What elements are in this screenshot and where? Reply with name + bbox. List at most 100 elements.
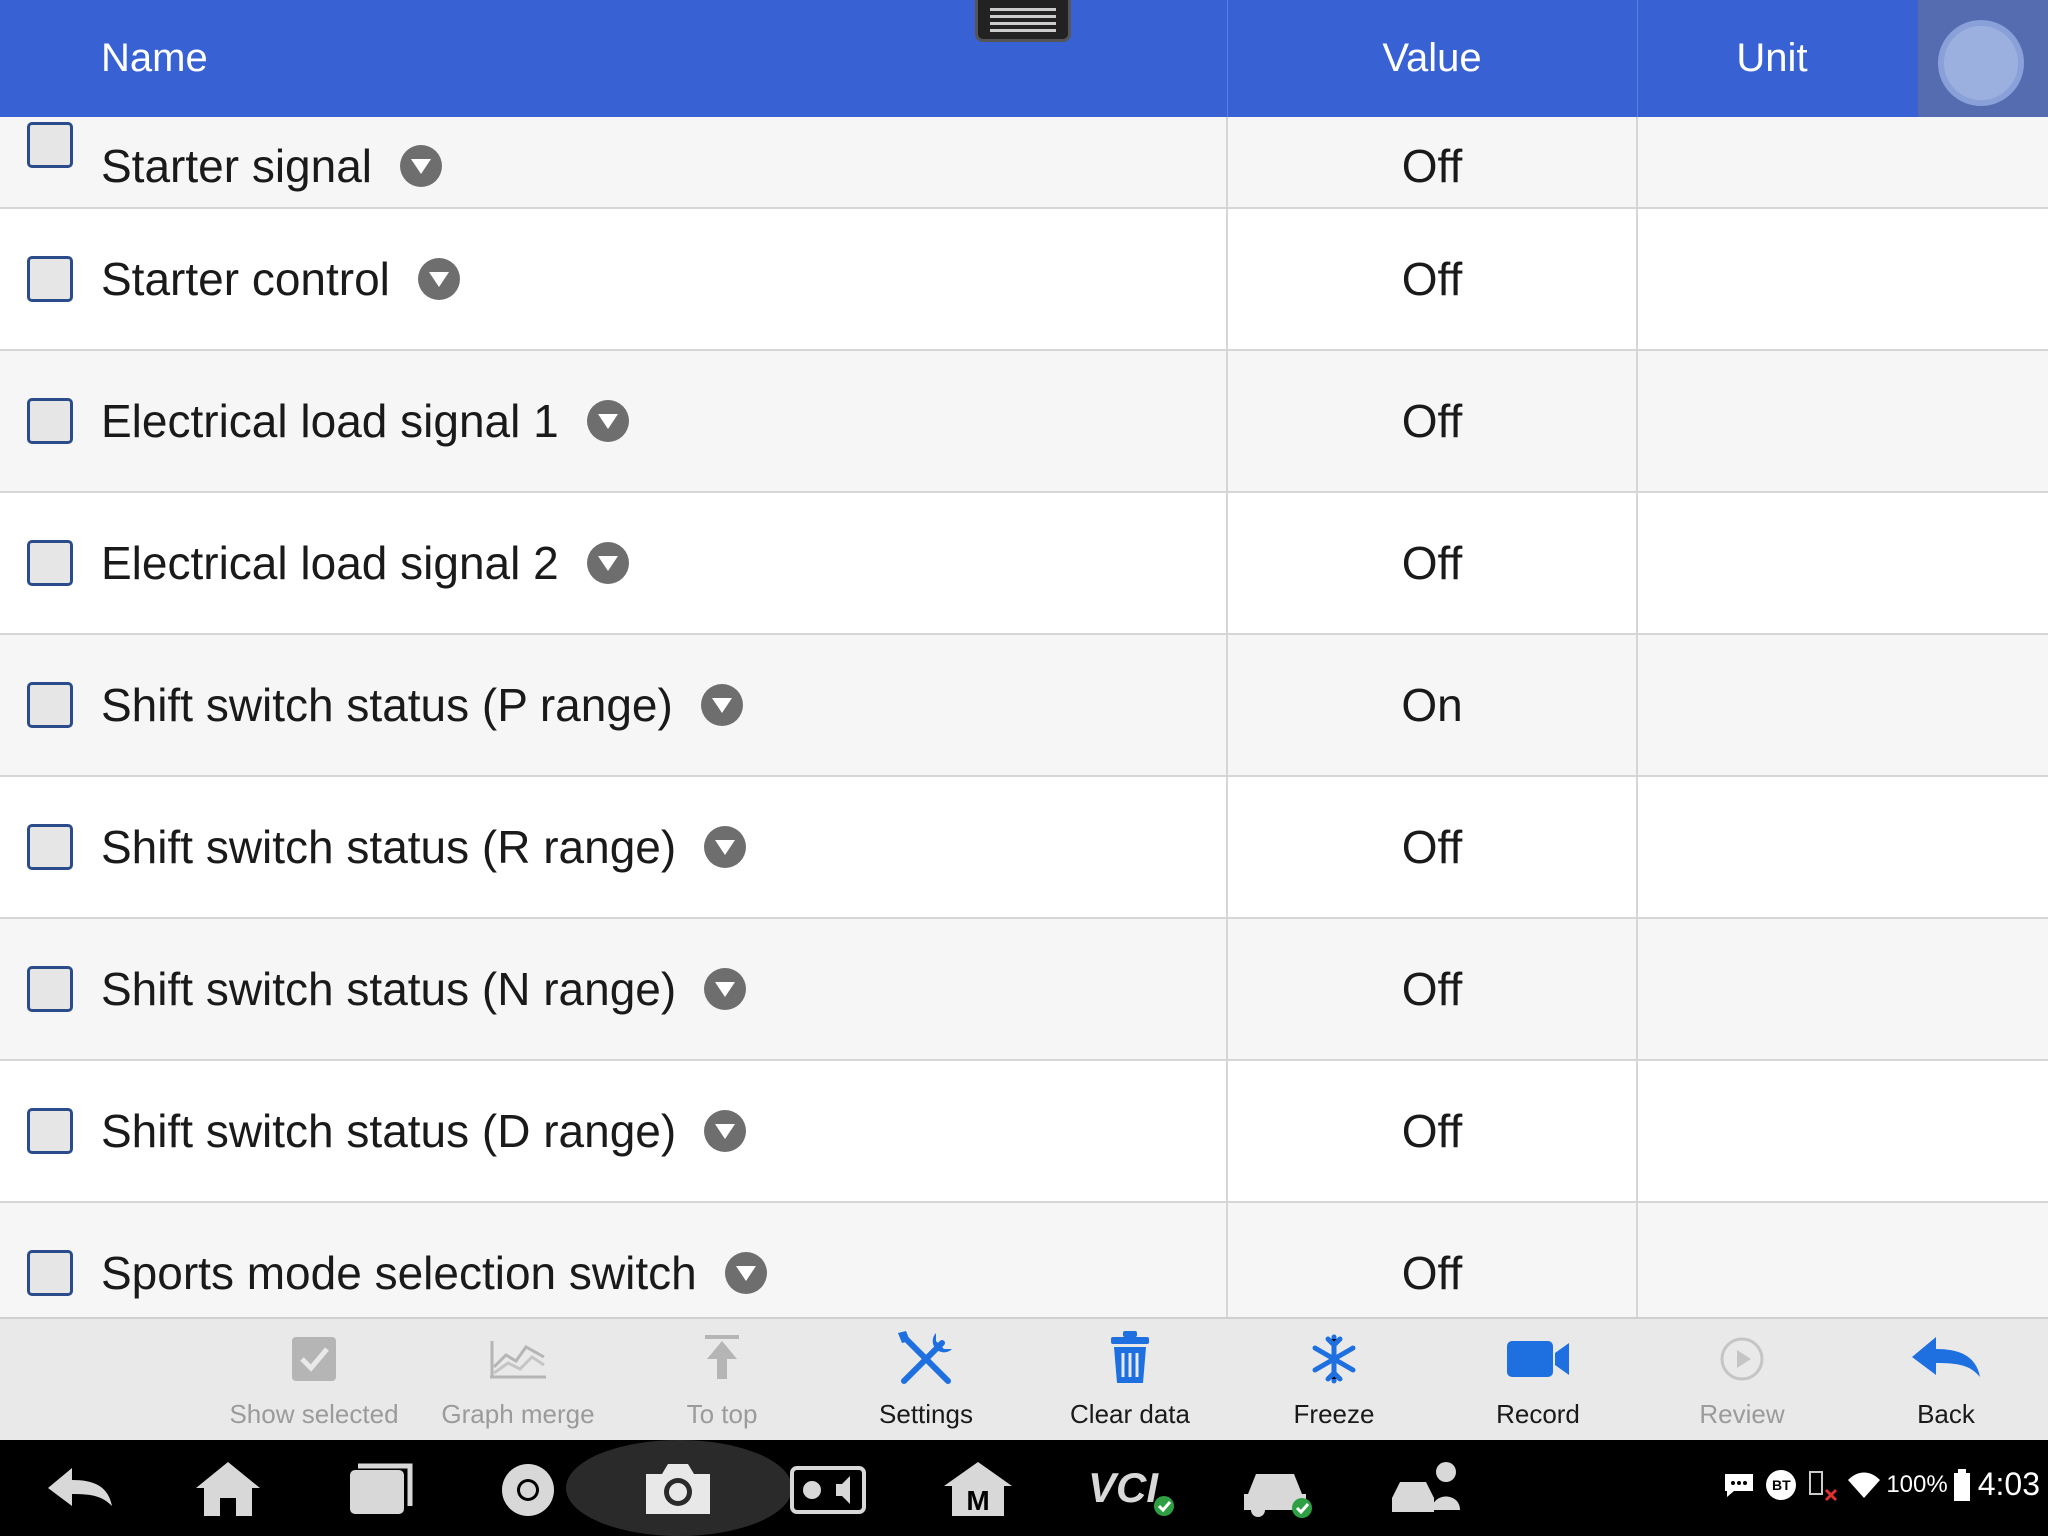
freeze-button[interactable]: Freeze <box>1232 1327 1436 1437</box>
trash-icon <box>1111 1331 1149 1383</box>
dropdown-arrow-icon[interactable] <box>586 542 629 584</box>
row-name: Electrical load signal 2 <box>101 536 629 590</box>
row-checkbox[interactable] <box>27 682 73 728</box>
dropdown-arrow-icon[interactable] <box>400 145 443 187</box>
back-arrow-icon <box>1912 1337 1980 1377</box>
tool-label: Freeze <box>1293 1399 1375 1429</box>
dropdown-arrow-icon[interactable] <box>704 968 747 1010</box>
row-value: Off <box>1401 537 1463 589</box>
table-row[interactable]: Electrical load signal 2 Off <box>0 493 2048 635</box>
table-row[interactable]: Electrical load signal 1 Off <box>0 351 2048 493</box>
dropdown-arrow-icon[interactable] <box>704 1110 747 1152</box>
wifi-icon <box>1848 1472 1881 1498</box>
checkbox-icon <box>292 1337 336 1381</box>
row-value: Off <box>1401 963 1463 1015</box>
home-icon[interactable] <box>186 1454 270 1522</box>
row-value: Off <box>1401 1247 1463 1299</box>
show-selected-button[interactable]: Show selected <box>212 1327 416 1437</box>
network-disconnected-icon <box>1809 1470 1838 1501</box>
tool-label: Review <box>1699 1399 1785 1429</box>
back-button[interactable]: Back <box>1844 1327 2048 1437</box>
table-row[interactable]: Shift switch status (P range) On <box>0 635 2048 777</box>
review-button[interactable]: Review <box>1640 1327 1844 1437</box>
message-icon <box>1725 1473 1754 1497</box>
row-checkbox[interactable] <box>27 1250 73 1296</box>
table-row[interactable]: Shift switch status (R range) Off <box>0 777 2048 919</box>
system-nav-bar: M VCI BT 100% 4:03 <box>0 1440 2048 1536</box>
brightness-volume-icon[interactable] <box>786 1454 870 1522</box>
arrow-to-top-icon <box>705 1335 739 1379</box>
row-name: Shift switch status (R range) <box>101 820 747 874</box>
drag-handle[interactable] <box>975 0 1071 42</box>
to-top-button[interactable]: To top <box>620 1327 824 1437</box>
table-row[interactable]: Sports mode selection switch Off <box>0 1203 2048 1317</box>
back-icon[interactable] <box>38 1454 122 1522</box>
tool-label: Graph merge <box>441 1399 595 1429</box>
header-name: Name <box>101 36 208 80</box>
bluetooth-icon: BT <box>1766 1469 1797 1500</box>
tool-label: Show selected <box>229 1399 399 1429</box>
graph-icon <box>490 1341 546 1379</box>
circle-icon <box>1938 20 2024 106</box>
table-row[interactable]: Shift switch status (N range) Off <box>0 919 2048 1061</box>
record-button[interactable]: Record <box>1436 1327 1640 1437</box>
dropdown-arrow-icon[interactable] <box>586 400 629 442</box>
clock: 4:03 <box>1977 1466 2040 1502</box>
dropdown-arrow-icon[interactable] <box>417 258 460 300</box>
dropdown-arrow-icon[interactable] <box>724 1252 767 1294</box>
settings-button[interactable]: Settings <box>824 1327 1028 1437</box>
camera-icon[interactable] <box>636 1454 720 1522</box>
row-name: Sports mode selection switch <box>101 1246 767 1300</box>
battery-icon <box>1953 1468 1970 1501</box>
row-checkbox[interactable] <box>27 398 73 444</box>
graph-merge-button[interactable]: Graph merge <box>416 1327 620 1437</box>
row-value: Off <box>1401 253 1463 305</box>
row-checkbox[interactable] <box>27 540 73 586</box>
row-name: Starter control <box>101 252 460 306</box>
header-value: Value <box>1382 36 1482 80</box>
table-row[interactable]: Starter signal Off <box>0 117 2048 209</box>
row-checkbox[interactable] <box>27 256 73 302</box>
browser-icon[interactable] <box>486 1454 570 1522</box>
row-value: Off <box>1401 1105 1463 1157</box>
dropdown-arrow-icon[interactable] <box>700 684 743 726</box>
row-value: On <box>1401 679 1463 731</box>
maxifix-icon[interactable]: M <box>936 1454 1020 1522</box>
tools-icon <box>898 1331 952 1384</box>
row-checkbox[interactable] <box>27 122 73 168</box>
row-name: Shift switch status (P range) <box>101 678 743 732</box>
tool-label: Clear data <box>1070 1399 1190 1429</box>
tool-label: Back <box>1917 1399 1975 1429</box>
tool-label: Settings <box>879 1399 973 1429</box>
play-circle-icon <box>1720 1337 1764 1381</box>
status-bar: BT 100% 4:03 <box>1722 1466 2040 1503</box>
floating-assist-button[interactable] <box>1918 0 2048 130</box>
recent-apps-icon[interactable] <box>336 1454 420 1522</box>
row-checkbox[interactable] <box>27 824 73 870</box>
vci-label: VCI <box>1088 1464 1159 1511</box>
row-name: Starter signal <box>101 139 443 193</box>
clear-data-button[interactable]: Clear data <box>1028 1327 1232 1437</box>
row-name: Shift switch status (D range) <box>101 1104 747 1158</box>
tool-label: To top <box>686 1399 758 1429</box>
row-value: Off <box>1401 395 1463 447</box>
row-value: Off <box>1401 821 1463 873</box>
row-name: Shift switch status (N range) <box>101 962 747 1016</box>
tool-label: Record <box>1496 1399 1580 1429</box>
remote-expert-icon[interactable] <box>1386 1454 1470 1522</box>
table-row[interactable]: Starter control Off <box>0 209 2048 351</box>
row-checkbox[interactable] <box>27 966 73 1012</box>
snowflake-icon <box>1312 1334 1356 1384</box>
row-name: Electrical load signal 1 <box>101 394 629 448</box>
function-toolbar: Show selected Graph merge To top Setting… <box>0 1317 2048 1440</box>
video-camera-icon <box>1507 1341 1569 1377</box>
table-row[interactable]: Shift switch status (D range) Off <box>0 1061 2048 1203</box>
row-value: Off <box>1401 140 1463 192</box>
battery-percent: 100% <box>1886 1470 1948 1498</box>
svg-text:M: M <box>966 1485 989 1516</box>
vehicle-status-icon[interactable] <box>1236 1454 1320 1522</box>
row-checkbox[interactable] <box>27 1108 73 1154</box>
vci-status-icon[interactable]: VCI <box>1086 1454 1180 1522</box>
dropdown-arrow-icon[interactable] <box>704 826 747 868</box>
data-stream-table: Starter signal Off Starter control Off E… <box>0 117 2048 1317</box>
